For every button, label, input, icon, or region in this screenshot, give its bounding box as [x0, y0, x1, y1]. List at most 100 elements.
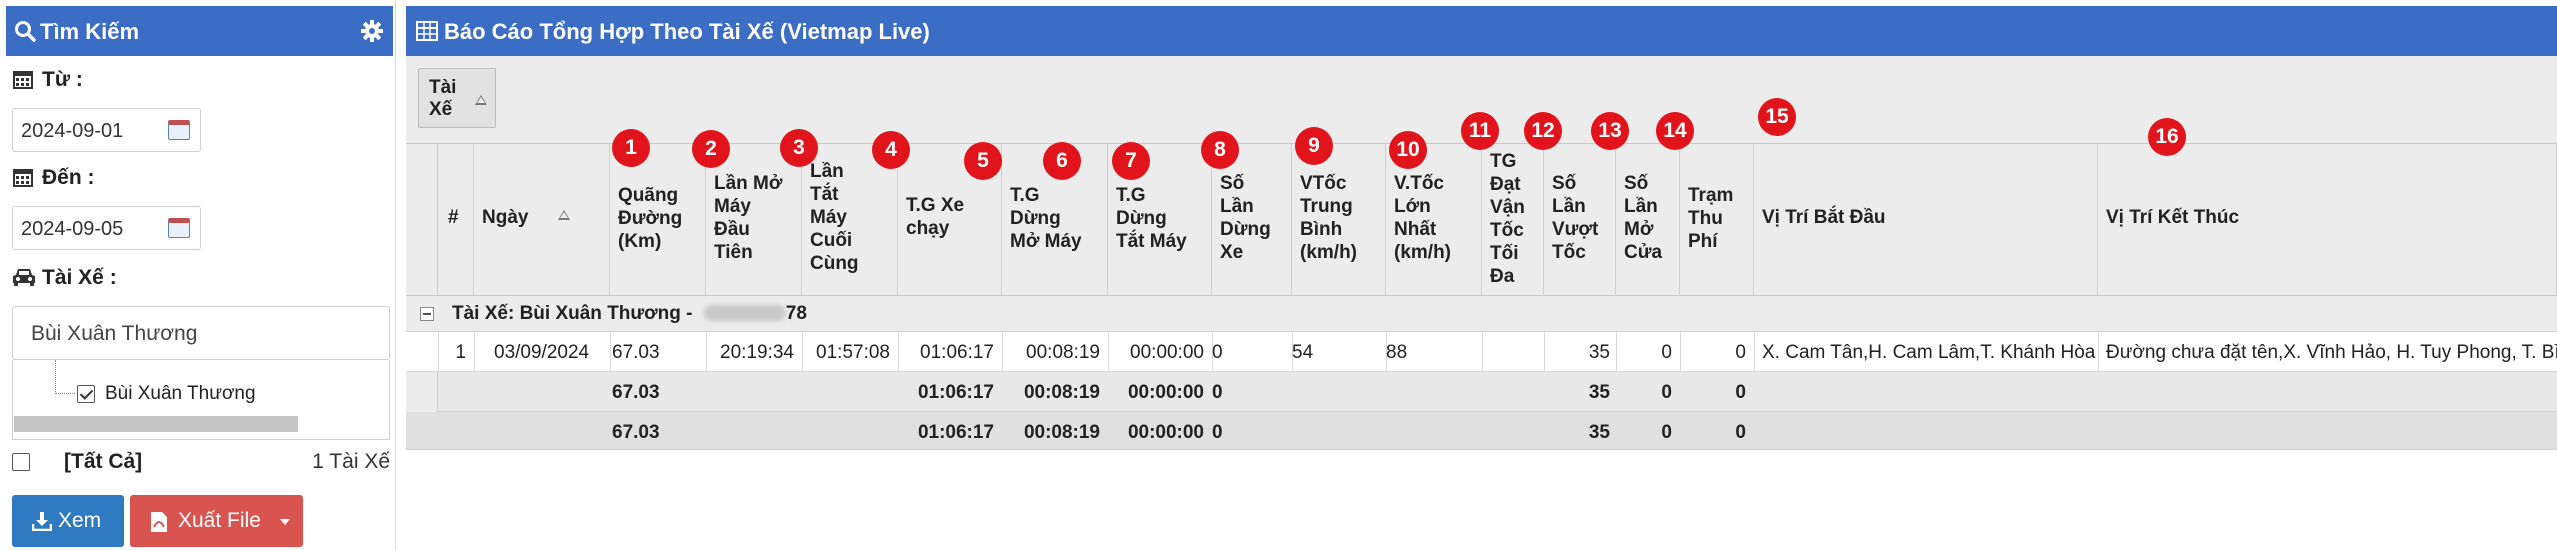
driver-label: Tài Xế :: [42, 266, 117, 289]
column-header-label: VTốc Trung Bình (km/h): [1300, 172, 1357, 264]
column-header-1[interactable]: Ngày: [474, 144, 610, 296]
column-header-line: Cuối: [810, 230, 853, 251]
select-all-row: [Tất Cả] 1 Tài Xế: [12, 448, 390, 478]
to-date-input[interactable]: 2024-09-05: [12, 206, 201, 250]
calendar-icon: [13, 169, 33, 187]
tree-horizontal-scrollbar[interactable]: [14, 416, 298, 432]
export-file-button[interactable]: Xuất File: [130, 495, 303, 547]
cell-first-engine-on: 20:19:34: [720, 342, 794, 363]
cell-stop-count: 0: [1212, 342, 1223, 363]
subtotal-distance: 67.03: [612, 382, 660, 403]
column-header-line: Mở: [1624, 219, 1654, 240]
subtotal-toll-station: 0: [1735, 382, 1746, 403]
date-picker-icon[interactable]: [168, 218, 190, 238]
masked-phone: [703, 305, 786, 321]
subtotal-stop-engine-off: 00:00:00: [1127, 382, 1204, 403]
total-stop-engine-off: 00:00:00: [1127, 422, 1204, 443]
from-date-value: 2024-09-01: [21, 120, 124, 142]
column-header-line: Tắt: [810, 184, 839, 205]
tree-connector: [55, 360, 75, 394]
column-header-line: Cùng: [810, 253, 859, 274]
column-header-line: Dừng: [1220, 219, 1271, 240]
to-label: Đến :: [42, 166, 95, 189]
column-header-index[interactable]: #: [438, 144, 474, 296]
collapse-icon[interactable]: [420, 307, 434, 321]
to-date-value: 2024-09-05: [21, 218, 124, 240]
select-all-label: [Tất Cả]: [64, 450, 143, 473]
column-header-line: Tiên: [714, 242, 753, 263]
column-header-line: Lần Mở: [714, 173, 783, 194]
total-distance: 67.03: [612, 422, 660, 443]
cell-divider: [474, 332, 475, 371]
date-picker-icon[interactable]: [168, 120, 190, 140]
column-header-2[interactable]: Quãng Đường (Km): [610, 144, 706, 296]
column-header-label: Số Lần Vượt Tốc: [1552, 172, 1598, 264]
column-header-line: V.Tốc: [1394, 173, 1444, 194]
search-panel-header: Tìm Kiếm: [6, 6, 393, 56]
cell-divider: [2098, 332, 2099, 371]
column-header-line: Phí: [1688, 231, 1718, 252]
column-number-badge: 5: [964, 142, 1002, 180]
cell-divider: [610, 332, 611, 371]
column-header-line: Dừng: [1010, 208, 1061, 229]
column-header-line: #: [448, 207, 459, 228]
column-header-line: (km/h): [1394, 242, 1451, 263]
driver-tree-item[interactable]: Bùi Xuân Thương: [105, 383, 256, 405]
column-header-label: Ngày: [482, 206, 528, 229]
group-chip-driver[interactable]: Tài Xế: [418, 68, 496, 128]
table-row[interactable]: 1 03/09/2024 67.03 20:19:34 01:57:08 01:06:17…: [406, 332, 2557, 372]
sort-asc-icon[interactable]: [475, 95, 487, 105]
column-header-13[interactable]: Số Lần Mở Cửa: [1616, 144, 1680, 296]
column-header-16[interactable]: Vị Trí Kết Thúc: [2098, 144, 2557, 296]
column-header-15[interactable]: Vị Trí Bắt Đầu: [1754, 144, 2098, 296]
cell-run-time: 01:06:17: [920, 342, 994, 363]
sort-asc-icon[interactable]: [558, 210, 570, 220]
column-header-9[interactable]: VTốc Trung Bình (km/h): [1292, 144, 1386, 296]
column-header-line: Máy: [810, 207, 847, 228]
export-button-label: Xuất File: [178, 509, 261, 532]
column-header-3[interactable]: Lần Mở Máy Đầu Tiên: [706, 144, 802, 296]
column-header-11[interactable]: TG Đạt Vận Tốc Tối Đa: [1482, 144, 1544, 296]
column-header-line: Tốc: [1490, 220, 1524, 241]
report-panel: Báo Cáo Tổng Hợp Theo Tài Xế (Vietmap Li…: [406, 0, 2557, 550]
column-header-line: Thu: [1688, 208, 1723, 229]
driver-checkbox[interactable]: [77, 385, 95, 403]
column-header-12[interactable]: Số Lần Vượt Tốc: [1544, 144, 1616, 296]
column-number-badge: 9: [1295, 127, 1333, 165]
column-header-line: Mở Máy: [1010, 231, 1082, 252]
total-run-time: 01:06:17: [917, 422, 994, 443]
search-panel-title: Tìm Kiếm: [40, 19, 140, 44]
column-header-line: Số: [1552, 173, 1577, 194]
column-header-line: TG: [1490, 151, 1517, 172]
select-all-checkbox[interactable]: [12, 453, 30, 471]
column-header-line: (km/h): [1300, 242, 1357, 263]
cell-distance: 67.03: [612, 342, 660, 363]
driver-label-row: Tài Xế :: [12, 266, 117, 290]
column-number-badge: 11: [1461, 112, 1499, 150]
column-header-line: Đạt: [1490, 174, 1521, 195]
group-row-title: Tài Xế: Bùi Xuân Thương - 78: [452, 303, 807, 325]
subtotal-overspeed-count: 35: [1588, 382, 1610, 403]
column-number-badge: 2: [692, 130, 730, 168]
column-header-line: Số: [1624, 173, 1649, 194]
cell-date: 03/09/2024: [494, 342, 590, 363]
view-button[interactable]: Xem: [12, 495, 124, 547]
column-number-badge: 7: [1112, 142, 1150, 180]
subtotal-stop-count: 0: [1212, 382, 1223, 403]
column-header-label: T.G Dừng Mở Máy: [1010, 184, 1082, 253]
cell-door-open-count: 0: [1661, 342, 1672, 363]
column-header-label: TG Đạt Vận Tốc Tối Đa: [1490, 150, 1525, 288]
from-date-input[interactable]: 2024-09-01: [12, 108, 201, 152]
column-header-line: T.G: [1116, 185, 1146, 206]
cell-overspeed-count: 35: [1588, 342, 1610, 363]
gear-icon[interactable]: [360, 19, 384, 43]
column-header-14[interactable]: Trạm Thu Phí: [1680, 144, 1754, 296]
cell-divider: [1482, 332, 1483, 371]
column-number-badge: 13: [1591, 112, 1629, 150]
subtotal-door-open-count: 0: [1661, 382, 1672, 403]
caret-down-icon[interactable]: [280, 519, 290, 525]
column-header-label: Trạm Thu Phí: [1688, 184, 1733, 253]
total-row: 67.03 01:06:17 00:08:19 00:00:00 0 35 0 0: [406, 412, 2557, 450]
driver-select[interactable]: Bùi Xuân Thương: [12, 306, 390, 360]
cell-divider: [438, 332, 439, 371]
